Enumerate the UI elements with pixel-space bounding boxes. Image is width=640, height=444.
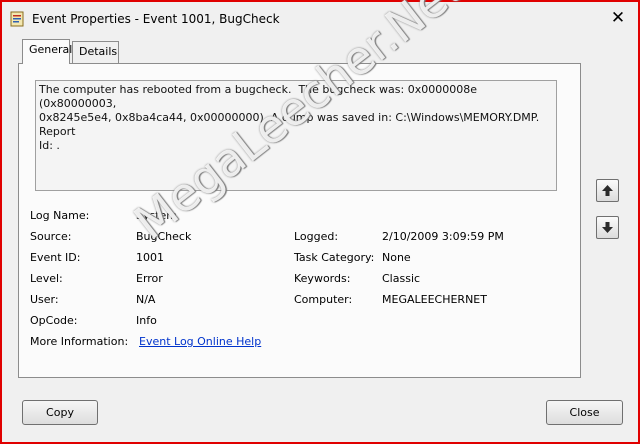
computer-label: Computer:	[294, 293, 353, 306]
log-name-value: System	[136, 209, 178, 222]
general-panel: The computer has rebooted from a bugchec…	[18, 63, 581, 378]
log-name-label: Log Name:	[30, 209, 90, 222]
next-event-button[interactable]	[596, 216, 619, 239]
opcode-label: OpCode:	[30, 314, 78, 327]
event-log-online-help-link[interactable]: Event Log Online Help	[139, 335, 261, 348]
down-arrow-icon	[602, 222, 613, 233]
event-description-box[interactable]: The computer has rebooted from a bugchec…	[35, 80, 557, 191]
level-value: Error	[136, 272, 163, 285]
close-button[interactable]: Close	[546, 400, 623, 425]
logged-value: 2/10/2009 3:09:59 PM	[382, 230, 504, 243]
event-description: The computer has rebooted from a bugchec…	[39, 83, 540, 152]
window-title: Event Properties - Event 1001, BugCheck	[32, 12, 280, 26]
title-bar[interactable]: Event Properties - Event 1001, BugCheck …	[2, 2, 638, 36]
opcode-value: Info	[136, 314, 157, 327]
task-category-label: Task Category:	[294, 251, 375, 264]
up-arrow-icon	[602, 185, 613, 196]
event-id-label: Event ID:	[30, 251, 81, 264]
keywords-label: Keywords:	[294, 272, 351, 285]
user-label: User:	[30, 293, 59, 306]
keywords-value: Classic	[382, 272, 421, 285]
event-id-value: 1001	[136, 251, 164, 264]
more-info-label: More Information:	[30, 335, 129, 348]
tab-details[interactable]: Details	[72, 41, 119, 63]
event-properties-window: Event Properties - Event 1001, BugCheck …	[0, 0, 640, 444]
source-value: BugCheck	[136, 230, 192, 243]
logged-label: Logged:	[294, 230, 339, 243]
task-category-value: None	[382, 251, 411, 264]
previous-event-button[interactable]	[596, 179, 619, 202]
source-label: Source:	[30, 230, 72, 243]
close-icon[interactable]: ✕	[608, 8, 628, 28]
level-label: Level:	[30, 272, 63, 285]
copy-button[interactable]: Copy	[22, 400, 98, 425]
tab-general[interactable]: General	[22, 39, 72, 64]
user-value: N/A	[136, 293, 156, 306]
computer-value: MEGALEECHERNET	[382, 293, 487, 306]
event-viewer-icon	[10, 11, 24, 27]
